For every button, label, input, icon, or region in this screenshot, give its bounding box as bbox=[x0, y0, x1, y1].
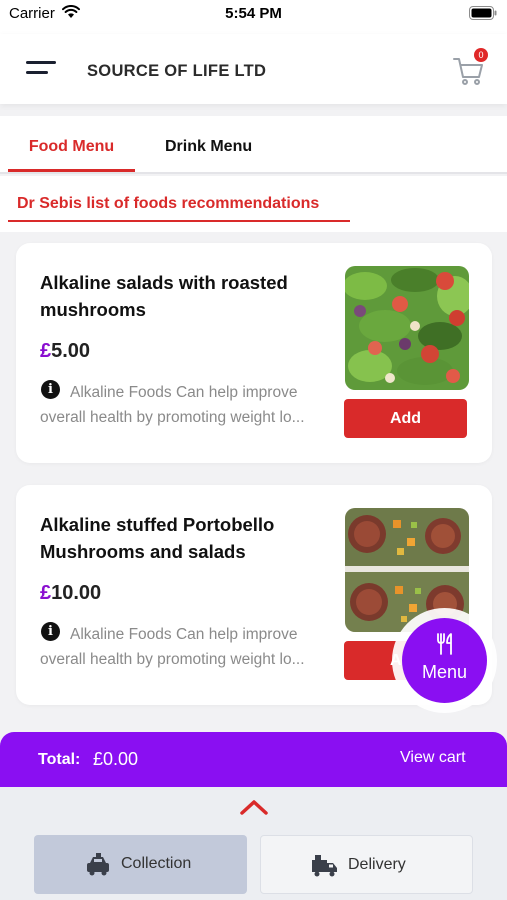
item-title: Alkaline stuffed Portobello Mushrooms an… bbox=[40, 514, 275, 562]
info-icon[interactable]: i bbox=[41, 622, 60, 641]
app-title: SOURCE OF LIFE LTD bbox=[87, 62, 267, 80]
total-value: £0.00 bbox=[93, 749, 139, 769]
menu-fab-button[interactable]: Menu bbox=[402, 618, 487, 703]
add-button[interactable]: Add bbox=[344, 399, 467, 438]
item-price: £5.00 bbox=[40, 340, 90, 363]
item-title: Alkaline salads with roasted mushrooms bbox=[40, 272, 288, 320]
item-price: £10.00 bbox=[40, 582, 101, 605]
menu-fab-label: Menu bbox=[421, 662, 468, 682]
delivery-icon bbox=[312, 855, 337, 877]
app-header: SOURCE OF LIFE LTD 0 bbox=[0, 34, 507, 104]
collection-label: Collection bbox=[121, 855, 192, 872]
collection-icon bbox=[87, 853, 109, 876]
item-description: Alkaline Foods Can help improve overall … bbox=[40, 384, 305, 426]
category-title: Dr Sebis list of foods recommendations bbox=[17, 195, 320, 212]
fork-knife-icon bbox=[437, 633, 452, 655]
cart-count-badge: 0 bbox=[474, 48, 488, 62]
delivery-label: Delivery bbox=[348, 856, 406, 873]
menu-item-card[interactable]: Alkaline salads with roasted mushrooms £… bbox=[16, 243, 492, 463]
hamburger-menu-icon[interactable] bbox=[26, 61, 56, 77]
view-cart-link[interactable]: View cart bbox=[400, 749, 466, 767]
delivery-button[interactable]: Delivery bbox=[260, 835, 473, 894]
price-value: 5.00 bbox=[51, 340, 91, 362]
tab-food-menu[interactable]: Food Menu bbox=[8, 138, 135, 156]
cart-total-bar: Total: £0.00 View cart bbox=[0, 732, 507, 787]
currency-symbol: £ bbox=[40, 582, 52, 604]
tab-drink-menu[interactable]: Drink Menu bbox=[165, 138, 252, 156]
category-underline bbox=[8, 220, 350, 222]
collection-button[interactable]: Collection bbox=[34, 835, 247, 894]
price-value: 10.00 bbox=[51, 582, 102, 604]
clock-time: 5:54 PM bbox=[225, 5, 282, 22]
item-description: Alkaline Foods Can help improve overall … bbox=[40, 626, 305, 668]
salad-image bbox=[345, 266, 469, 390]
menu-tabs: Food Menu Drink Menu bbox=[0, 116, 507, 174]
active-tab-indicator bbox=[8, 169, 135, 172]
info-icon[interactable]: i bbox=[41, 380, 60, 399]
stuffed-mushrooms-image bbox=[345, 508, 469, 632]
order-mode-panel: Collection Delivery bbox=[0, 787, 507, 900]
category-header: Dr Sebis list of foods recommendations bbox=[0, 176, 507, 232]
total-label: Total: bbox=[38, 751, 81, 768]
chevron-up-icon[interactable] bbox=[240, 799, 268, 815]
status-bar: Carrier 5:54 PM bbox=[0, 0, 507, 34]
currency-symbol: £ bbox=[40, 340, 52, 362]
battery-icon bbox=[469, 6, 497, 20]
